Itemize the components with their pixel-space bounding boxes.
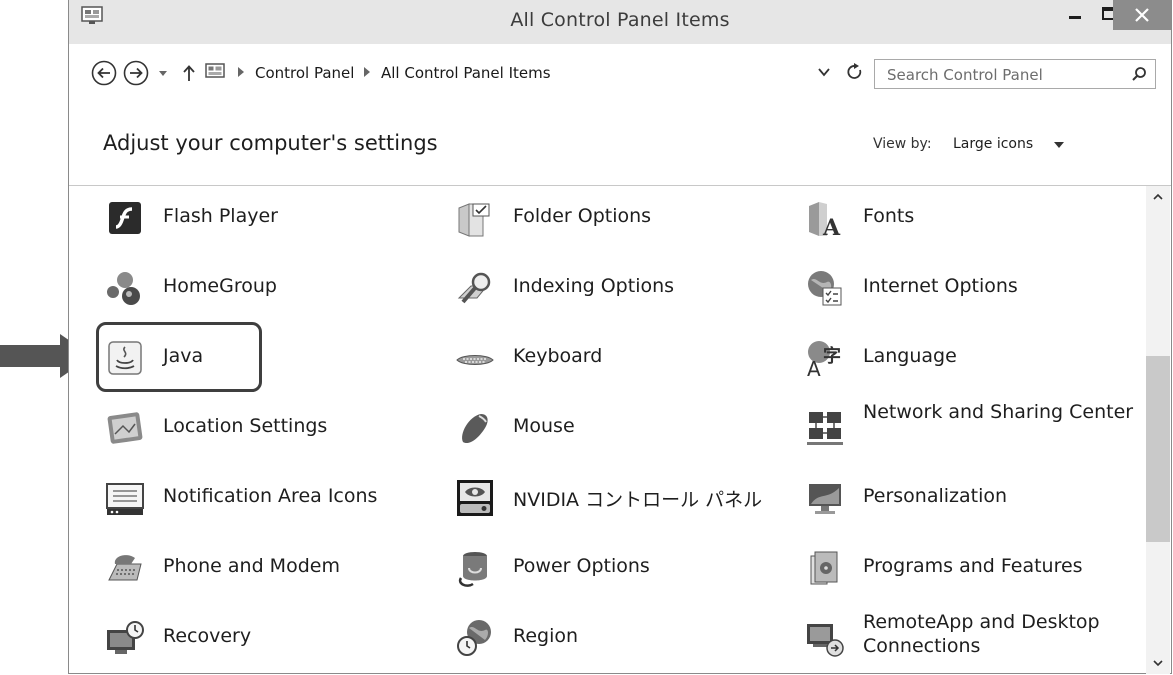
item-label: RemoteApp and Desktop Connections <box>863 611 1100 657</box>
item-label: Location Settings <box>163 415 328 437</box>
window-title: All Control Panel Items <box>510 9 730 31</box>
item-power-options[interactable]: Power Options <box>455 536 795 598</box>
remoteapp-icon <box>807 624 844 657</box>
language-icon: A 字 <box>807 341 841 378</box>
page-title: Adjust your computer's settings <box>103 131 438 155</box>
navigation-bar: Control Panel All Control Panel Items <box>69 56 1171 92</box>
control-panel-icon <box>205 63 225 78</box>
forward-arrow-icon[interactable] <box>123 60 149 86</box>
item-label: Folder Options <box>513 205 652 227</box>
item-label: Personalization <box>863 485 1008 507</box>
mouse-icon <box>462 414 488 444</box>
folder-options-icon <box>458 203 490 237</box>
chevron-down-icon[interactable] <box>817 66 831 78</box>
item-label: Region <box>513 625 579 647</box>
item-label: Internet Options <box>863 275 1018 297</box>
item-homegroup[interactable]: HomeGroup <box>105 256 445 318</box>
chevron-down-icon[interactable] <box>1053 141 1065 149</box>
breadcrumb-all-control-panel-items[interactable]: All Control Panel Items <box>381 64 551 82</box>
back-arrow-icon[interactable] <box>91 60 117 86</box>
item-label: Keyboard <box>513 345 603 367</box>
search-box[interactable] <box>874 59 1156 89</box>
scroll-up-icon[interactable] <box>1152 192 1164 202</box>
phone-modem-icon <box>108 555 142 581</box>
item-phone-and-modem[interactable]: Phone and Modem <box>105 536 445 598</box>
refresh-icon[interactable] <box>845 62 865 82</box>
item-label: Language <box>863 345 957 367</box>
search-input[interactable] <box>885 63 1119 87</box>
item-internet-options[interactable]: Internet Options <box>805 256 1145 318</box>
svg-text:A: A <box>807 357 821 378</box>
item-label: NVIDIA コントロール パネル <box>513 489 763 511</box>
chevron-right-icon[interactable] <box>237 66 245 78</box>
svg-text:字: 字 <box>823 345 841 367</box>
item-label: Fonts <box>863 205 915 227</box>
item-indexing-options[interactable]: Indexing Options <box>455 256 795 318</box>
fonts-icon: A <box>809 202 841 238</box>
control-panel-items-grid: Flash Player Folder Options A Fonts Home… <box>69 186 1145 674</box>
item-label: Flash Player <box>163 205 278 227</box>
item-location-settings[interactable]: Location Settings <box>105 396 445 458</box>
address-bar[interactable]: Control Panel All Control Panel Items <box>205 60 765 88</box>
homegroup-icon <box>107 272 140 305</box>
item-language[interactable]: A 字 Language <box>805 326 1145 388</box>
item-programs-and-features[interactable]: Programs and Features <box>805 536 1145 598</box>
location-settings-icon <box>107 412 143 444</box>
item-fonts[interactable]: A Fonts <box>805 186 1145 248</box>
programs-features-icon <box>810 551 838 585</box>
recovery-icon <box>107 621 144 654</box>
region-icon <box>457 620 491 656</box>
close-icon[interactable] <box>1113 0 1171 30</box>
item-flash-player[interactable]: Flash Player <box>105 186 445 248</box>
item-label: HomeGroup <box>163 275 277 297</box>
item-keyboard[interactable]: Keyboard <box>455 326 795 388</box>
item-personalization[interactable]: Personalization <box>805 466 1145 528</box>
item-region[interactable]: Region <box>455 606 795 668</box>
network-sharing-icon <box>807 412 843 445</box>
item-network-sharing-center[interactable]: Network and Sharing Center <box>805 396 1145 458</box>
item-label: Programs and Features <box>863 555 1083 577</box>
vertical-scrollbar[interactable] <box>1146 186 1170 674</box>
java-highlight-box <box>96 322 262 392</box>
power-options-icon <box>458 552 487 587</box>
internet-options-icon <box>808 271 842 306</box>
nvidia-icon <box>457 480 493 516</box>
recent-locations-dropdown-icon[interactable] <box>155 65 171 81</box>
notification-area-icon <box>106 483 144 515</box>
item-remoteapp-desktop-connections[interactable]: RemoteApp and Desktop Connections <box>805 606 1145 668</box>
item-notification-area-icons[interactable]: Notification Area Icons <box>105 466 445 528</box>
scroll-down-icon[interactable] <box>1152 658 1164 668</box>
item-mouse[interactable]: Mouse <box>455 396 795 458</box>
item-label: Mouse <box>513 415 575 437</box>
up-arrow-icon[interactable] <box>181 63 197 83</box>
item-label: Phone and Modem <box>163 555 340 577</box>
svg-text:A: A <box>822 215 841 238</box>
item-label: Recovery <box>163 625 252 647</box>
personalization-icon <box>809 484 841 514</box>
indexing-options-icon <box>457 272 491 304</box>
page: All Control Panel Items Control Panel Al… <box>0 0 1173 675</box>
item-label: Indexing Options <box>513 275 675 297</box>
search-icon[interactable] <box>1131 66 1147 82</box>
breadcrumb-control-panel[interactable]: Control Panel <box>255 64 354 82</box>
scrollbar-thumb[interactable] <box>1146 356 1170 542</box>
flash-player-icon <box>109 202 141 234</box>
view-by-label: View by: <box>873 136 932 152</box>
view-by-dropdown[interactable]: Large icons <box>953 136 1033 152</box>
keyboard-icon <box>456 355 494 365</box>
item-nvidia-control-panel[interactable]: NVIDIA コントロール パネル <box>455 466 795 528</box>
item-label: Notification Area Icons <box>163 485 378 507</box>
item-label: Network and Sharing Center <box>863 401 1134 423</box>
item-folder-options[interactable]: Folder Options <box>455 186 795 248</box>
chevron-right-icon[interactable] <box>363 66 371 78</box>
item-recovery[interactable]: Recovery <box>105 606 445 668</box>
title-bar: All Control Panel Items <box>69 0 1171 44</box>
item-label: Power Options <box>513 555 650 577</box>
